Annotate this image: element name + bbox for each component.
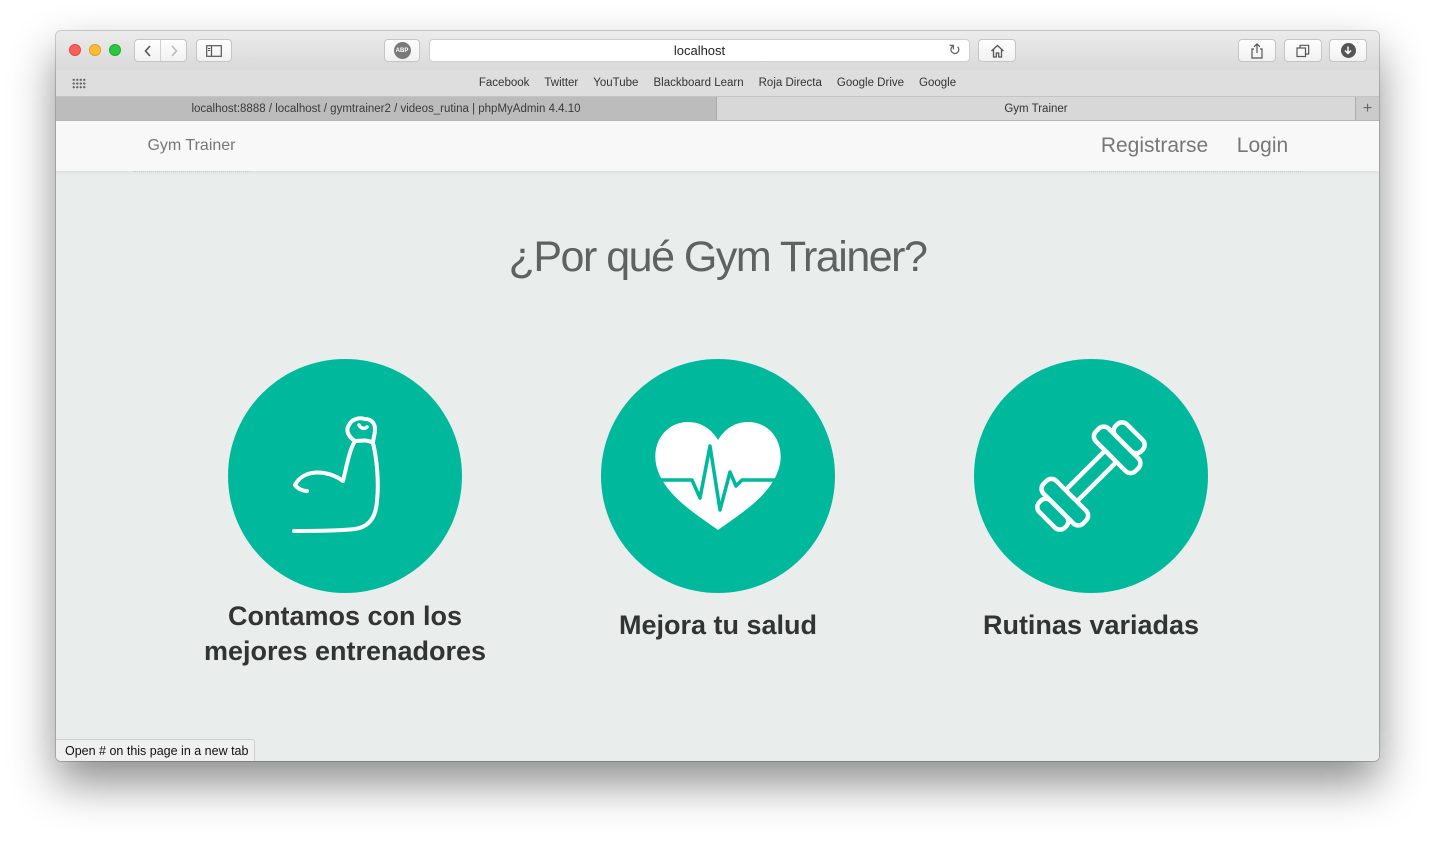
link-status-bar: Open # on this page in a new tab: [56, 739, 256, 761]
home-icon: [990, 44, 1004, 58]
share-button[interactable]: [1238, 39, 1276, 62]
feature-routines-circle: [974, 359, 1208, 593]
reload-icon[interactable]: ↻: [948, 41, 961, 59]
site-navbar: Gym Trainer Registrarse Login: [56, 121, 1379, 172]
feature-routines-title: Rutinas variadas: [982, 610, 1200, 640]
tabs-overview-icon: [1296, 44, 1310, 57]
forward-button[interactable]: [160, 40, 186, 61]
feature-routines: Rutinas variadas: [941, 359, 1241, 643]
address-bar[interactable]: localhost ↻: [429, 39, 970, 62]
tab-gym-trainer[interactable]: Gym Trainer: [717, 97, 1355, 120]
sidebar-toggle-button[interactable]: [196, 39, 232, 62]
bookmark-google[interactable]: Google: [919, 77, 956, 89]
tab-bar: localhost:8888 / localhost / gymtrainer2…: [56, 97, 1379, 121]
bookmark-facebook[interactable]: Facebook: [479, 77, 530, 89]
chevron-right-icon: [171, 44, 178, 57]
bookmark-blackboard-learn[interactable]: Blackboard Learn: [653, 77, 743, 89]
chevron-left-icon: [144, 44, 151, 57]
new-tab-button[interactable]: +: [1355, 97, 1379, 120]
feature-trainers-title: Contamos con los mejores entrenadores: [203, 601, 487, 666]
top-sites-grid-icon[interactable]: [72, 78, 86, 89]
browser-toolbar: ABP localhost ↻: [56, 31, 1379, 70]
register-link[interactable]: Registrarse: [1089, 121, 1220, 172]
feature-health-circle: [601, 359, 835, 593]
feature-trainers: Contamos con los mejores entrenadores: [195, 359, 495, 669]
back-button[interactable]: [135, 40, 160, 61]
bookmark-roja-directa[interactable]: Roja Directa: [759, 77, 822, 89]
login-link[interactable]: Login: [1222, 121, 1303, 172]
sidebar-icon: [206, 44, 222, 57]
dumbbell-icon: [1035, 420, 1147, 532]
share-icon: [1251, 42, 1263, 59]
address-text: localhost: [673, 43, 726, 58]
feature-trainers-circle: [228, 359, 462, 593]
download-icon: [1340, 43, 1356, 58]
zoom-window-button[interactable]: [109, 44, 121, 56]
feature-health-title: Mejora tu salud: [618, 610, 818, 640]
adblock-icon: ABP: [393, 42, 411, 59]
close-window-button[interactable]: [69, 44, 81, 56]
minimize-window-button[interactable]: [89, 44, 101, 56]
page-headline: ¿Por qué Gym Trainer?: [508, 233, 928, 281]
feature-health: Mejora tu salud: [568, 359, 868, 643]
flexed-arm-icon: [292, 416, 380, 533]
bookmark-twitter[interactable]: Twitter: [544, 77, 578, 89]
home-button[interactable]: [978, 39, 1016, 62]
downloads-button[interactable]: [1329, 39, 1367, 62]
bookmark-google-drive[interactable]: Google Drive: [837, 77, 904, 89]
tab-phpmyadmin[interactable]: localhost:8888 / localhost / gymtrainer2…: [56, 97, 717, 120]
adblock-button[interactable]: ABP: [384, 39, 420, 62]
show-tabs-button[interactable]: [1284, 39, 1322, 62]
bookmark-youtube[interactable]: YouTube: [593, 77, 638, 89]
back-forward-group: [134, 39, 187, 62]
favorites-bar: Facebook Twitter YouTube Blackboard Lear…: [56, 70, 1379, 97]
browser-window: ABP localhost ↻ Facebook Twitter YouTube…: [56, 31, 1379, 761]
heart-pulse-icon: [652, 422, 784, 530]
site-brand-link[interactable]: Gym Trainer: [133, 121, 250, 172]
page-content: Gym Trainer Registrarse Login ¿Por qué G…: [56, 121, 1379, 761]
